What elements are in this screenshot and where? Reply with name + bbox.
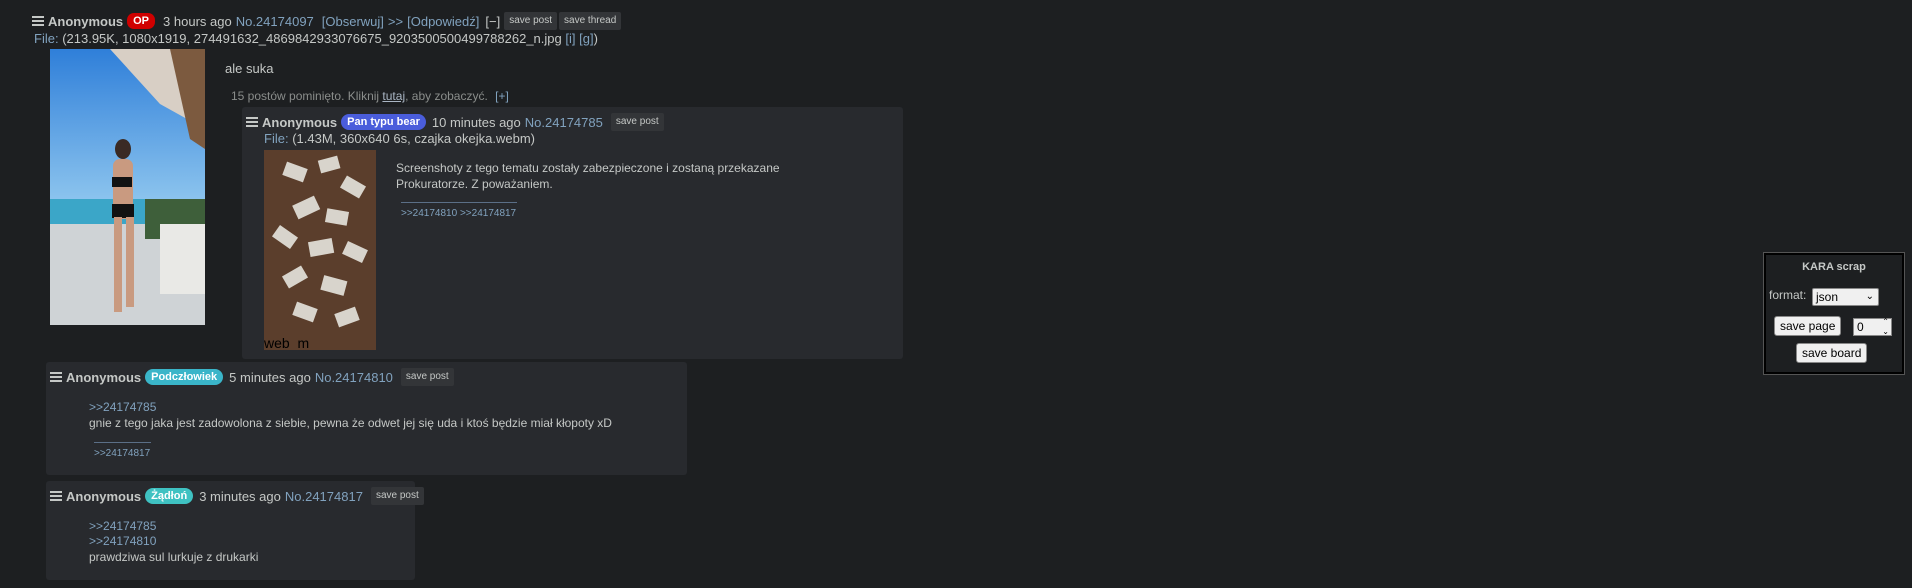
post-number[interactable]: No.24174785 xyxy=(525,115,603,130)
poster-name: Anonymous xyxy=(48,13,124,29)
stepper-icon[interactable]: ⌃ ⌄ xyxy=(1882,317,1889,337)
post-time: 3 minutes ago xyxy=(199,488,281,504)
reply-comment: prawdziwa sul lurkuje z drukarki xyxy=(89,550,259,564)
format-select-value: json xyxy=(1816,290,1839,304)
op-comment: ale suka xyxy=(225,61,274,76)
image-search-g-link[interactable]: [g] xyxy=(579,31,593,46)
file-label: File: xyxy=(264,131,289,146)
post-time: 5 minutes ago xyxy=(229,369,311,385)
save-thread-button[interactable]: save thread xyxy=(559,12,622,30)
save-post-button[interactable]: save post xyxy=(504,12,558,30)
video-thumbnail-image xyxy=(264,150,376,350)
reply-header: Anonymous Pan typu bear 10 minutes ago N… xyxy=(246,113,664,131)
op-image xyxy=(50,49,205,325)
comment-line: Screenshoty z tego tematu zostały zabezp… xyxy=(396,161,780,175)
reply-file-info: File: (1.43M, 360x640 6s, czajka okejka.… xyxy=(264,131,535,146)
omitted-notice: 15 postów pominięto. Kliknij tutaj, aby … xyxy=(231,89,509,103)
poster-flag-badge: Żądłoń xyxy=(145,488,194,504)
op-file-info: File: (213.95K, 1080x1919, 274491632_486… xyxy=(34,31,598,46)
file-label: File: xyxy=(34,31,59,46)
file-details: (213.95K, 1080x1919, 274491632_486984293… xyxy=(62,31,562,46)
menu-icon[interactable] xyxy=(50,372,62,382)
format-label: format: xyxy=(1769,288,1807,302)
save-post-button[interactable]: save post xyxy=(370,487,424,505)
quote-link[interactable]: >>24174785 xyxy=(89,400,156,414)
post-time: 3 hours ago xyxy=(163,13,232,29)
expand-all-button[interactable]: [+] xyxy=(495,89,509,103)
menu-icon[interactable] xyxy=(50,491,62,501)
collapse-button[interactable]: [−] xyxy=(485,14,500,29)
post-number[interactable]: No.24174817 xyxy=(285,489,363,504)
file-details-close: ) xyxy=(593,31,598,46)
poster-flag-badge: Podczłowiek xyxy=(145,369,224,385)
format-select[interactable]: json ⌄ xyxy=(1812,288,1879,306)
op-post-header: Anonymous OP 3 hours ago No.24174097 [Ob… xyxy=(32,12,622,30)
page-number-value: 0 xyxy=(1857,320,1864,334)
backlinks[interactable]: >>24174817 xyxy=(94,448,150,459)
kara-scrap-panel: KARA scrap format: json ⌄ save page 0 ⌃ ⌄… xyxy=(1763,252,1905,375)
backlink-separator xyxy=(401,202,517,203)
video-thumbnail[interactable]: web_m xyxy=(264,150,376,350)
reply-comment: gnie z tego jaka jest zadowolona z siebi… xyxy=(89,416,612,430)
panel-title: KARA scrap xyxy=(1802,261,1866,273)
reply-post: Anonymous Pan typu bear 10 minutes ago N… xyxy=(242,107,903,359)
reply-header: Anonymous Żądłoń 3 minutes ago No.241748… xyxy=(50,487,424,505)
backlinks[interactable]: >>24174810 >>24174817 xyxy=(401,208,516,219)
quote-link[interactable]: >>24174810 xyxy=(89,534,156,548)
post-number[interactable]: No.24174810 xyxy=(315,370,393,385)
file-details: (1.43M, 360x640 6s, czajka okejka.webm) xyxy=(292,131,535,146)
menu-icon[interactable] xyxy=(246,117,258,127)
save-page-button[interactable]: save page xyxy=(1774,316,1842,336)
comment-line: Prokuratorze. Z poważaniem. xyxy=(396,177,553,191)
post-time: 10 minutes ago xyxy=(431,114,521,130)
poster-name: Anonymous xyxy=(66,369,142,385)
poster-name: Anonymous xyxy=(66,488,142,504)
page-number-input[interactable]: 0 ⌃ ⌄ xyxy=(1853,317,1892,337)
backlink-separator xyxy=(94,442,151,443)
reply-link[interactable]: [Odpowiedź] xyxy=(407,14,479,29)
watch-link[interactable]: [Obserwuj] xyxy=(322,14,384,29)
image-search-i-link[interactable]: [i] xyxy=(565,31,575,46)
video-caption: web_m xyxy=(264,335,310,350)
reply-separator: >> xyxy=(387,13,404,29)
poster-flag-badge: Pan typu bear xyxy=(341,114,426,130)
op-image-thumbnail[interactable] xyxy=(50,49,205,325)
reply-post: Anonymous Żądłoń 3 minutes ago No.241748… xyxy=(46,481,424,580)
menu-icon[interactable] xyxy=(32,16,44,26)
save-board-button[interactable]: save board xyxy=(1796,343,1868,363)
op-badge: OP xyxy=(127,13,156,29)
post-number[interactable]: No.24174097 xyxy=(236,14,314,29)
poster-name: Anonymous xyxy=(262,114,338,130)
omitted-text-post: , aby zobaczyć. xyxy=(405,89,488,103)
quote-link[interactable]: >>24174785 xyxy=(89,519,156,533)
reply-post: Anonymous Podczłowiek 5 minutes ago No.2… xyxy=(46,362,687,475)
chevron-down-icon: ⌄ xyxy=(1865,291,1874,302)
reply-comment: Screenshoty z tego tematu zostały zabezp… xyxy=(396,160,780,192)
omitted-expand-link[interactable]: tutaj xyxy=(382,89,405,103)
reply-header: Anonymous Podczłowiek 5 minutes ago No.2… xyxy=(50,368,454,386)
save-post-button[interactable]: save post xyxy=(610,113,664,131)
save-post-button[interactable]: save post xyxy=(400,368,454,386)
omitted-text-pre: 15 postów pominięto. Kliknij xyxy=(231,89,383,103)
